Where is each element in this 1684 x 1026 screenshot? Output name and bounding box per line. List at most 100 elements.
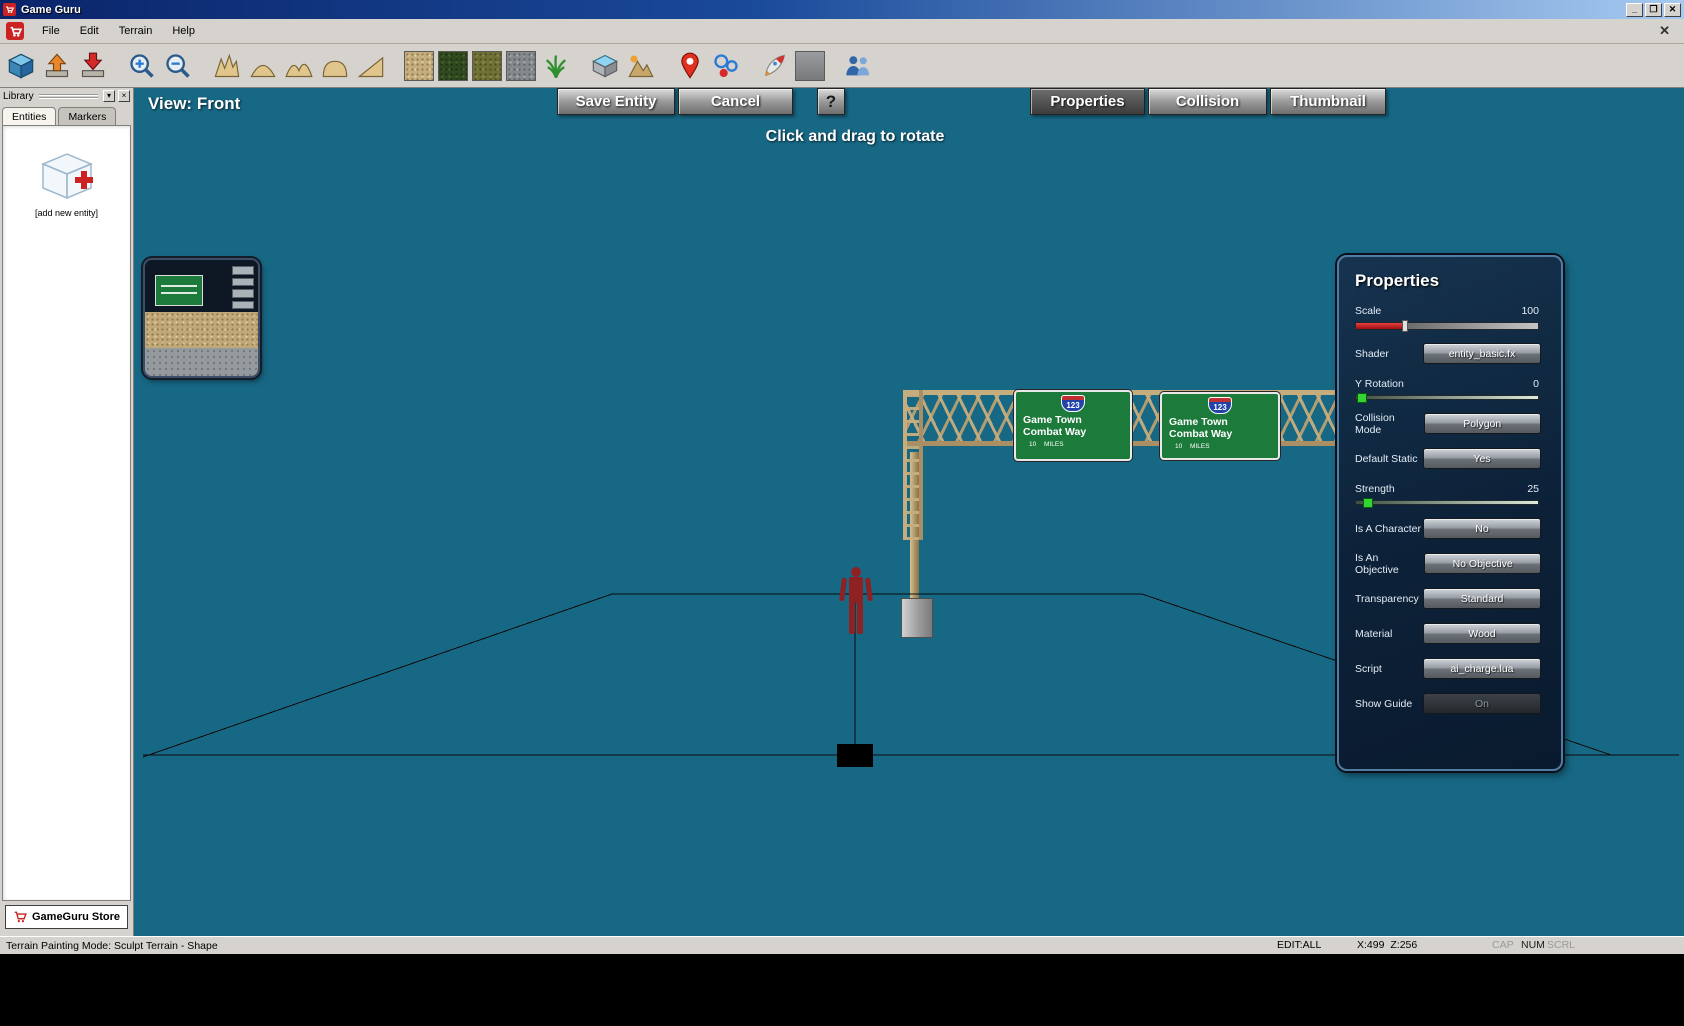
- strength-value: 25: [1527, 483, 1539, 495]
- library-panel: Library ▾ × Entities Markers [add new en…: [0, 88, 134, 936]
- menu-terrain[interactable]: Terrain: [109, 21, 163, 41]
- interstate-shield-icon: 123: [1208, 397, 1232, 414]
- toolbar-rocket-test-button[interactable]: [759, 50, 791, 82]
- library-close-button[interactable]: ×: [118, 90, 130, 102]
- toolbar-terrain-dome-button[interactable]: [319, 50, 351, 82]
- toolbar-texture-rock-button[interactable]: [506, 50, 536, 81]
- properties-panel: Properties Scale 100 Shader entity_basic…: [1337, 255, 1563, 771]
- toolbar-texture-forest-button[interactable]: [438, 50, 468, 81]
- zoom-in-icon: [130, 53, 154, 78]
- status-num-indicator: NUM: [1521, 939, 1545, 951]
- library-body: [add new entity]: [2, 125, 131, 901]
- tab-entities[interactable]: Entities: [2, 107, 57, 125]
- maximize-button[interactable]: ❐: [1645, 2, 1662, 17]
- app-logo-icon: [3, 3, 16, 16]
- new-entity-icon: [8, 53, 34, 79]
- thumbnail-sign: [155, 275, 203, 306]
- gantry-truss-mast: [903, 390, 923, 540]
- transparency-button[interactable]: Standard: [1423, 588, 1541, 609]
- script-button[interactable]: ai_charge.lua: [1423, 658, 1541, 679]
- status-edit-mode: EDIT:ALL: [1277, 939, 1322, 951]
- scale-reference-figure: [839, 567, 873, 634]
- toolbar-terrain-ridge-button[interactable]: [283, 50, 315, 82]
- toolbar-zoom-out-button[interactable]: [162, 50, 194, 82]
- entity-editor-viewport[interactable]: View: Front Click and drag to rotate Sav…: [134, 88, 1684, 936]
- y-rotation-slider[interactable]: [1355, 393, 1539, 403]
- add-new-entity-item[interactable]: [add new entity]: [35, 150, 99, 218]
- terrain-dome-icon: [322, 60, 348, 77]
- desktop-background: [0, 954, 1684, 1026]
- library-title: Library: [3, 90, 34, 102]
- property-row-scale: Scale 100: [1339, 305, 1561, 332]
- toolbar-empty-slot-button[interactable]: [795, 50, 825, 81]
- toolbar-terrain-hill-button[interactable]: [247, 50, 279, 82]
- thumbnail-rock-texture: [145, 348, 258, 376]
- toolbar-water-button[interactable]: [589, 50, 621, 82]
- water-block-icon: [592, 54, 618, 77]
- gameguru-store-button[interactable]: GameGuru Store: [5, 905, 128, 929]
- highway-sign: 123 Game Town Combat Way 10 MILES: [1014, 390, 1132, 461]
- toolbar-vegetation-button[interactable]: [540, 50, 572, 82]
- sign-line: Game Town: [1169, 416, 1228, 428]
- toolbar-texture-grass-button[interactable]: [472, 50, 502, 81]
- position-marker-icon: [681, 52, 699, 79]
- close-button[interactable]: ✕: [1664, 2, 1681, 17]
- property-row-script: Script ai_charge.lua: [1339, 658, 1561, 679]
- material-button[interactable]: Wood: [1423, 623, 1541, 644]
- toolbar-texture-gravel-button[interactable]: [404, 50, 434, 81]
- properties-panel-title: Properties: [1355, 271, 1440, 290]
- default-static-button[interactable]: Yes: [1423, 448, 1541, 469]
- is-an-objective-button[interactable]: No Objective: [1424, 553, 1541, 574]
- highway-sign: 123 Game Town Combat Way 10 MILES: [1160, 392, 1280, 460]
- entity-thumbnail-preview[interactable]: [143, 258, 260, 378]
- toolbar-mountains-button[interactable]: [625, 50, 657, 82]
- grass-blades-icon: [545, 54, 567, 78]
- menu-edit[interactable]: Edit: [70, 21, 109, 41]
- shader-button[interactable]: entity_basic.fx: [1423, 343, 1541, 364]
- library-shade-button[interactable]: ▾: [103, 90, 115, 102]
- toolbar-save-button[interactable]: [77, 50, 109, 82]
- y-rotation-label: Y Rotation: [1355, 378, 1404, 390]
- child-close-icon[interactable]: ✕: [1651, 23, 1678, 39]
- property-row-y-rotation: Y Rotation 0: [1339, 378, 1561, 403]
- toolbar-zoom-in-button[interactable]: [126, 50, 158, 82]
- terrain-hill-icon: [250, 64, 276, 77]
- strength-label: Strength: [1355, 483, 1395, 495]
- property-row-material: Material Wood: [1339, 623, 1561, 644]
- toolbar-marker-button[interactable]: [674, 50, 706, 82]
- thumbnail-gravel-texture: [145, 312, 258, 348]
- interstate-shield-icon: 123: [1061, 395, 1085, 412]
- terrain-ridge-icon: [285, 63, 313, 77]
- strength-slider[interactable]: [1355, 498, 1539, 508]
- menu-file[interactable]: File: [32, 21, 70, 41]
- toolbar-characters-button[interactable]: [842, 50, 874, 82]
- status-bar: Terrain Painting Mode: Sculpt Terrain - …: [0, 936, 1684, 954]
- library-header: Library ▾ ×: [0, 88, 133, 104]
- collision-mode-button[interactable]: Polygon: [1423, 413, 1541, 434]
- toolbar-new-entity-button[interactable]: [5, 50, 37, 82]
- scale-label: Scale: [1355, 305, 1382, 317]
- toolbar-entity-orbs-button[interactable]: [710, 50, 742, 82]
- cart-icon: [14, 911, 27, 923]
- scale-slider[interactable]: [1355, 320, 1539, 332]
- menu-help[interactable]: Help: [162, 21, 205, 41]
- sign-line: Combat Way: [1169, 428, 1233, 441]
- sign-line: 10 MILES: [1029, 441, 1064, 449]
- is-a-character-button[interactable]: No: [1423, 518, 1541, 539]
- main-toolbar: [0, 44, 1684, 88]
- y-rotation-value: 0: [1533, 378, 1539, 390]
- rocket-icon: [764, 54, 786, 76]
- show-guide-button[interactable]: On: [1423, 693, 1541, 714]
- is-a-character-label: Is A Character: [1355, 522, 1421, 535]
- minimize-button[interactable]: _: [1626, 2, 1643, 17]
- library-grip[interactable]: [38, 93, 98, 99]
- property-row-transparency: Transparency Standard: [1339, 588, 1561, 609]
- menu-bar: File Edit Terrain Help ✕: [0, 19, 1684, 44]
- status-scroll-indicator: SCRL: [1547, 939, 1576, 951]
- toolbar-load-button[interactable]: [41, 50, 73, 82]
- material-label: Material: [1355, 627, 1393, 640]
- toolbar-terrain-ramp-button[interactable]: [355, 50, 387, 82]
- toolbar-terrain-raise-button[interactable]: [211, 50, 243, 82]
- tab-markers[interactable]: Markers: [58, 107, 117, 125]
- entity-origin-marker: [837, 744, 873, 767]
